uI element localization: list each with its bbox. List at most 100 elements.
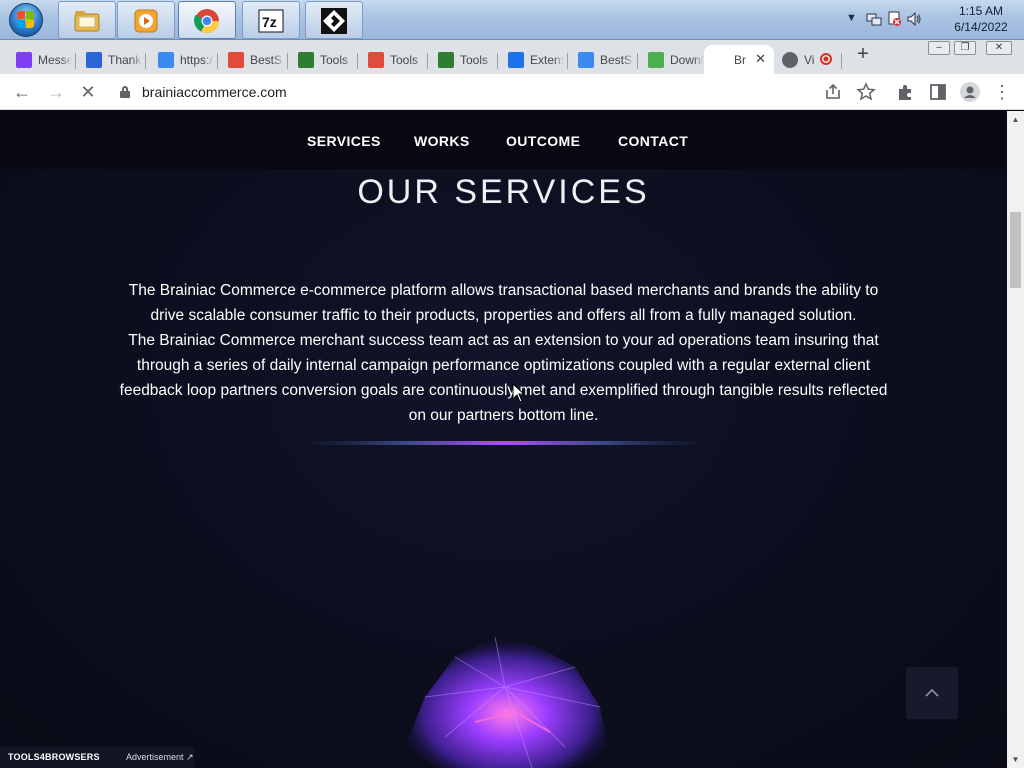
browser-tab[interactable]: BestS bbox=[570, 45, 638, 74]
system-tray: ▼ 1:15 AM 6/14/2022 bbox=[834, 0, 1024, 40]
browser-tab[interactable]: Br ✕ bbox=[704, 45, 774, 74]
ad-label[interactable]: Advertisement ↗ bbox=[126, 752, 194, 763]
tab-separator bbox=[841, 53, 842, 69]
services-description: The Brainiac Commerce e-commerce platfor… bbox=[115, 278, 892, 428]
tab-separator bbox=[567, 53, 568, 69]
restore-button[interactable]: ❐ bbox=[954, 41, 976, 55]
url-text[interactable]: brainiaccommerce.com bbox=[142, 84, 287, 100]
back-arrow-icon: ← bbox=[13, 82, 31, 102]
page-scrollbar[interactable]: ▲ ▼ bbox=[1007, 111, 1024, 768]
puzzle-icon bbox=[508, 51, 524, 68]
forward-button[interactable]: → bbox=[44, 80, 68, 104]
tab-title: Tools bbox=[390, 52, 419, 67]
tab-separator bbox=[75, 53, 76, 69]
recording-indicator-icon bbox=[820, 53, 832, 65]
windows-taskbar: 7z ▼ 1:15 AM 6/14/2022 bbox=[0, 0, 1024, 40]
site-navigation: SERVICES WORKS OUTCOME CONTACT bbox=[0, 111, 1007, 169]
forward-arrow-icon: → bbox=[47, 82, 65, 102]
nav-link-services[interactable]: SERVICES bbox=[307, 133, 381, 149]
svg-text:7z: 7z bbox=[262, 14, 277, 30]
browser-tab[interactable]: Tools bbox=[290, 45, 358, 74]
browser-tab[interactable]: Tools bbox=[360, 45, 428, 74]
stop-loading-button[interactable]: ✕ bbox=[76, 80, 100, 104]
scroll-to-top-button[interactable] bbox=[906, 667, 958, 719]
mouse-cursor-icon bbox=[512, 383, 526, 403]
malwarebytes-icon bbox=[86, 51, 102, 68]
browser-tab[interactable]: Thank you bbox=[78, 45, 146, 74]
stripe-icon bbox=[578, 51, 594, 68]
browser-tab[interactable]: BestS bbox=[220, 45, 288, 74]
tab-separator bbox=[637, 53, 638, 69]
volume-icon[interactable] bbox=[906, 11, 922, 27]
nav-link-contact[interactable]: CONTACT bbox=[618, 133, 688, 149]
extensions-puzzle-icon[interactable] bbox=[894, 80, 918, 104]
ad-brand-label: TOOLS4BROWSERS bbox=[8, 752, 100, 762]
scroll-down-arrow-icon[interactable]: ▼ bbox=[1007, 751, 1024, 768]
browser-tab[interactable]: Extensions bbox=[500, 45, 568, 74]
taskbar-explorer-button[interactable] bbox=[58, 1, 116, 39]
chevron-up-icon bbox=[925, 688, 939, 697]
taskbar-chrome-button[interactable] bbox=[178, 1, 236, 39]
tools-icon bbox=[438, 51, 454, 68]
close-window-button[interactable]: ✕ bbox=[986, 41, 1012, 55]
glow-divider bbox=[302, 441, 706, 445]
tab-title: Extensions bbox=[530, 52, 564, 67]
nav-link-outcome[interactable]: OUTCOME bbox=[506, 133, 580, 149]
tray-expand-icon[interactable]: ▼ bbox=[846, 12, 857, 24]
address-bar[interactable]: brainiaccommerce.com bbox=[108, 78, 888, 106]
close-tab-icon[interactable]: ✕ bbox=[755, 51, 766, 67]
browser-tab[interactable]: Vi bbox=[774, 45, 842, 74]
new-tab-button[interactable]: + bbox=[852, 43, 874, 65]
browser-tab[interactable]: Download bbox=[640, 45, 708, 74]
gamepad-icon bbox=[648, 51, 664, 68]
section-heading: OUR SERVICES bbox=[357, 173, 650, 211]
tab-title: Tools bbox=[460, 52, 489, 67]
advertisement-bar[interactable]: TOOLS4BROWSERS Advertisement ↗ bbox=[0, 747, 194, 768]
web-page: SERVICES WORKS OUTCOME CONTACT OUR SERVI… bbox=[0, 111, 1007, 768]
profile-avatar-icon[interactable] bbox=[958, 80, 982, 104]
rainbow-icon bbox=[368, 51, 384, 68]
7z-icon: 7z bbox=[258, 9, 284, 33]
clock-date: 6/14/2022 bbox=[954, 20, 1008, 34]
taskbar-app-button[interactable] bbox=[305, 1, 363, 39]
windows-flag-icon bbox=[17, 11, 35, 29]
tab-title: BestS bbox=[250, 52, 283, 67]
services-paragraph-2: The Brainiac Commerce merchant success t… bbox=[119, 332, 888, 424]
browser-tab[interactable]: Tools bbox=[430, 45, 498, 74]
scroll-up-arrow-icon[interactable]: ▲ bbox=[1007, 111, 1024, 128]
clock-time: 1:15 AM bbox=[958, 4, 1004, 18]
nav-link-works[interactable]: WORKS bbox=[414, 133, 470, 149]
network-icon[interactable] bbox=[866, 11, 882, 27]
tab-title: Thank you bbox=[108, 52, 142, 67]
taskbar-7zip-button[interactable]: 7z bbox=[242, 1, 300, 39]
browser-toolbar: ← → ✕ brainiaccommerce.com ⋮ bbox=[0, 74, 1024, 110]
chrome-menu-icon[interactable]: ⋮ bbox=[990, 80, 1014, 104]
start-button[interactable] bbox=[3, 1, 49, 39]
tab-title: https:// bbox=[180, 52, 214, 67]
globe-icon bbox=[782, 51, 798, 68]
browser-tab[interactable]: https:// bbox=[150, 45, 218, 74]
action-center-icon[interactable] bbox=[886, 11, 902, 27]
share-icon[interactable] bbox=[821, 80, 845, 104]
rainbow-icon bbox=[228, 51, 244, 68]
scrollbar-thumb[interactable] bbox=[1010, 212, 1021, 288]
tools-icon bbox=[298, 51, 314, 68]
back-button[interactable]: ← bbox=[10, 80, 34, 104]
stop-icon: ✕ bbox=[80, 82, 96, 102]
chrome-icon bbox=[194, 9, 219, 34]
tab-separator bbox=[287, 53, 288, 69]
lock-icon[interactable] bbox=[120, 86, 130, 98]
taskbar-media-button[interactable] bbox=[117, 1, 175, 39]
app-icon bbox=[321, 8, 347, 34]
blank-icon bbox=[712, 52, 728, 68]
tab-separator bbox=[217, 53, 218, 69]
folder-icon bbox=[74, 11, 100, 32]
bookmark-star-icon[interactable] bbox=[854, 80, 878, 104]
services-paragraph-1: The Brainiac Commerce e-commerce platfor… bbox=[128, 282, 879, 324]
tab-title: Tools bbox=[320, 52, 349, 67]
tab-separator bbox=[357, 53, 358, 69]
system-clock[interactable]: 1:15 AM 6/14/2022 bbox=[946, 3, 1016, 35]
browser-tab[interactable]: Messenger bbox=[8, 45, 76, 74]
minimize-button[interactable]: – bbox=[928, 41, 950, 55]
side-panel-icon[interactable] bbox=[926, 80, 950, 104]
